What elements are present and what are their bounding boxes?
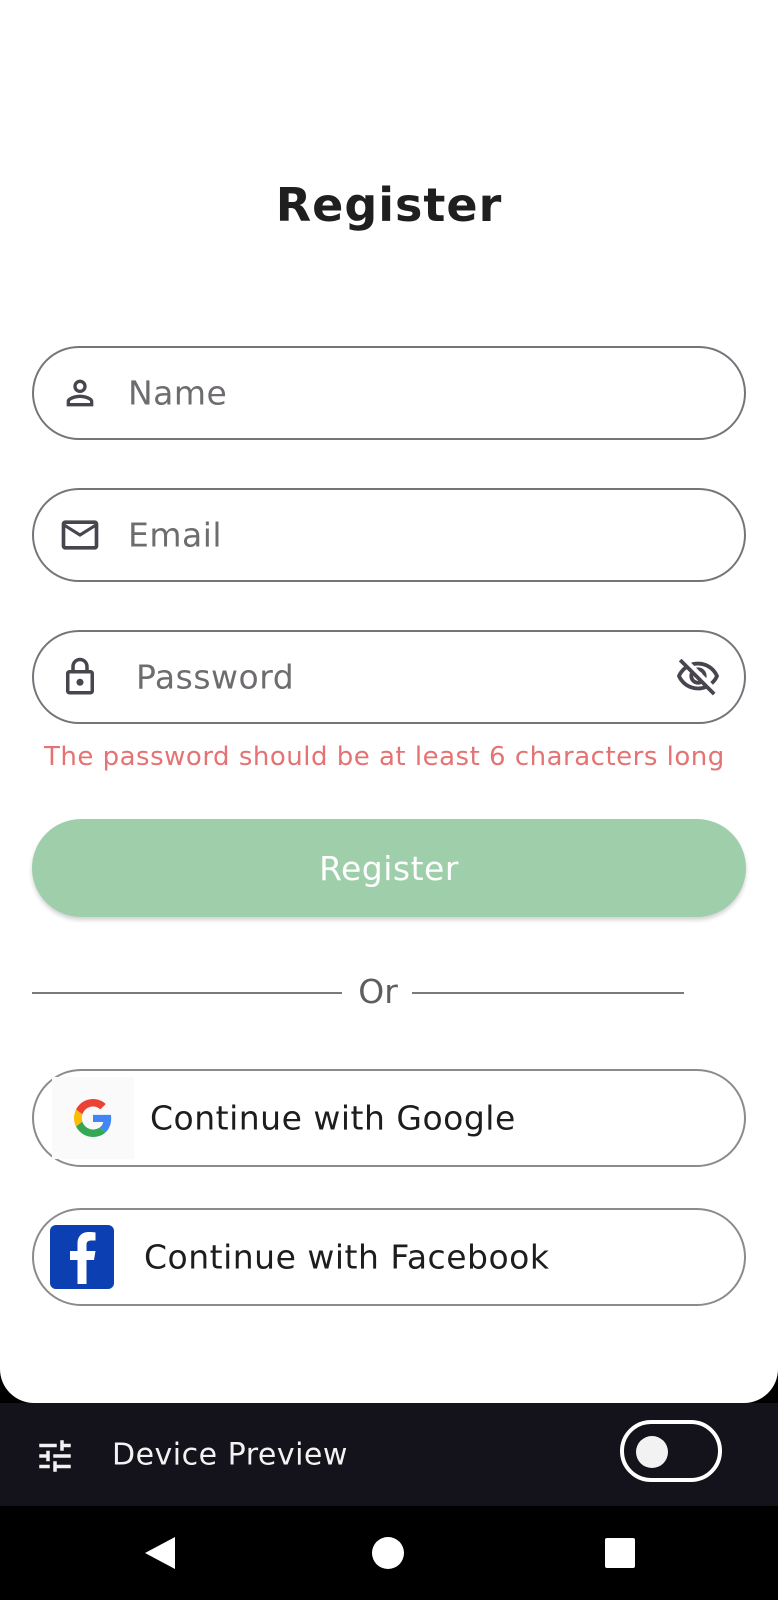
- password-placeholder: Password: [136, 657, 295, 697]
- device-preview-label: Device Preview: [112, 1437, 348, 1472]
- name-field[interactable]: Name: [32, 346, 746, 440]
- email-placeholder: Email: [128, 515, 223, 555]
- tune-icon[interactable]: [34, 1435, 76, 1477]
- home-icon[interactable]: [370, 1535, 406, 1571]
- device-preview-toggle[interactable]: [620, 1420, 722, 1482]
- password-error-text: The password should be at least 6 charac…: [44, 742, 725, 772]
- visibility-off-icon[interactable]: [674, 653, 722, 701]
- facebook-signin-button[interactable]: Continue with Facebook: [32, 1208, 746, 1306]
- back-icon[interactable]: [140, 1533, 180, 1573]
- facebook-icon: [50, 1225, 114, 1289]
- google-button-label: Continue with Google: [150, 1098, 516, 1138]
- google-signin-button[interactable]: Continue with Google: [32, 1069, 746, 1167]
- lock-icon: [58, 655, 102, 699]
- or-divider-label: Or: [358, 972, 398, 1011]
- divider-line-right: [412, 992, 684, 994]
- facebook-button-label: Continue with Facebook: [144, 1237, 550, 1277]
- google-icon: [52, 1077, 134, 1159]
- email-field[interactable]: Email: [32, 488, 746, 582]
- person-icon: [58, 371, 102, 415]
- divider-line-left: [32, 992, 342, 994]
- register-screen: Register Name Email Password The passwor…: [0, 0, 778, 1403]
- system-navigation-bar: [0, 1506, 778, 1600]
- device-preview-bar: Device Preview: [0, 1403, 778, 1506]
- password-field[interactable]: Password: [32, 630, 746, 724]
- recents-icon[interactable]: [603, 1536, 637, 1570]
- register-button[interactable]: Register: [32, 819, 746, 917]
- mail-icon: [58, 513, 102, 557]
- name-placeholder: Name: [128, 373, 228, 413]
- toggle-knob: [636, 1436, 668, 1468]
- page-title: Register: [275, 178, 503, 232]
